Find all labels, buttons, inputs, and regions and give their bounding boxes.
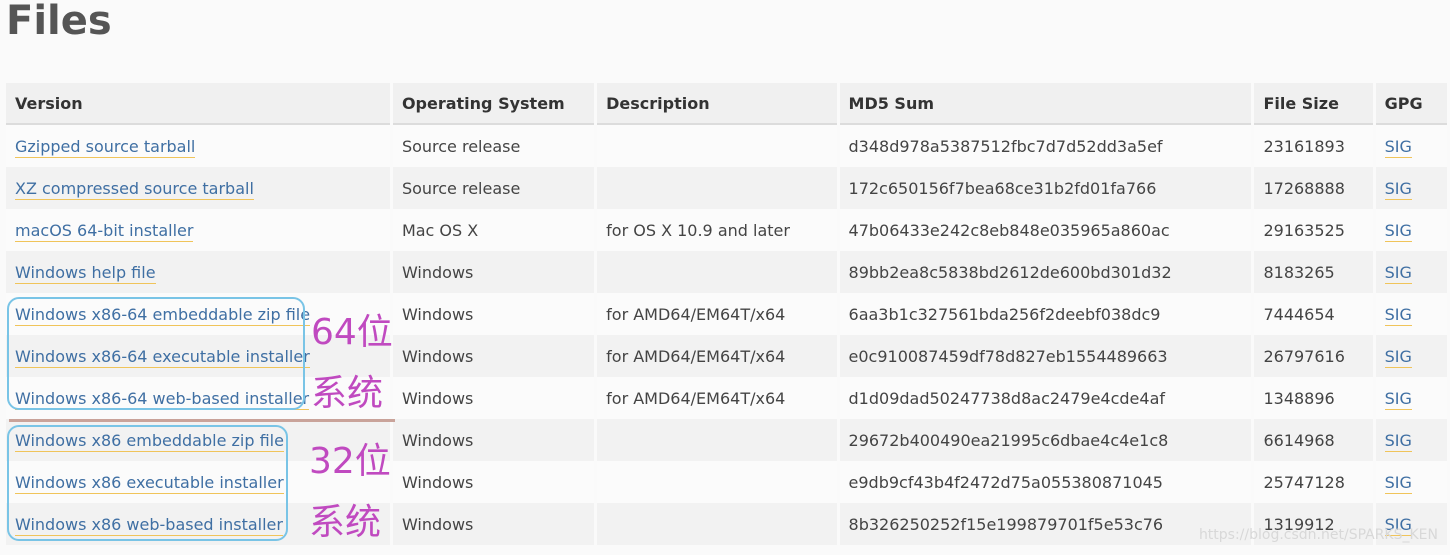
md5-cell: 6aa3b1c327561bda256f2deebf038dc9: [839, 293, 1252, 335]
table-row: Gzipped source tarball Source release d3…: [6, 125, 1447, 167]
download-link[interactable]: Gzipped source tarball: [15, 136, 196, 158]
md5-cell: 8b326250252f15e199879701f5e53c76: [839, 503, 1252, 545]
page-title: Files: [6, 0, 112, 44]
gpg-cell: SIG: [1375, 293, 1447, 335]
md5-cell: 29672b400490ea21995c6dbae4c4e1c8: [839, 419, 1252, 461]
description-cell: [597, 167, 837, 209]
description-cell: [597, 419, 837, 461]
download-link[interactable]: XZ compressed source tarball: [15, 178, 254, 200]
size-cell: 26797616: [1254, 335, 1373, 377]
sig-link[interactable]: SIG: [1384, 430, 1412, 452]
sig-link[interactable]: SIG: [1384, 136, 1412, 158]
gpg-cell: SIG: [1375, 125, 1447, 167]
os-cell: Windows: [392, 335, 595, 377]
sig-link[interactable]: SIG: [1384, 220, 1412, 242]
description-cell: for AMD64/EM64T/x64: [597, 335, 837, 377]
os-cell: Mac OS X: [392, 209, 595, 251]
os-cell: Windows: [392, 251, 595, 293]
md5-cell: d1d09dad50247738d8ac2479e4cde4af: [839, 377, 1252, 419]
sig-link[interactable]: SIG: [1384, 388, 1412, 410]
gpg-cell: SIG: [1375, 461, 1447, 503]
download-link[interactable]: Windows help file: [15, 262, 156, 284]
size-cell: 6614968: [1254, 419, 1373, 461]
version-cell: Windows help file: [6, 251, 390, 293]
version-cell: Gzipped source tarball: [6, 125, 390, 167]
os-cell: Windows: [392, 419, 595, 461]
header-file-size: File Size: [1254, 83, 1373, 125]
group-divider: [9, 419, 395, 422]
watermark: https://blog.csdn.net/SPARKS_KEN: [1198, 527, 1438, 543]
version-cell: macOS 64-bit installer: [6, 209, 390, 251]
header-operating-system: Operating System: [392, 83, 595, 125]
description-cell: for AMD64/EM64T/x64: [597, 377, 837, 419]
gpg-cell: SIG: [1375, 167, 1447, 209]
size-cell: 25747128: [1254, 461, 1373, 503]
size-cell: 29163525: [1254, 209, 1373, 251]
x86-label-line1: 32位: [309, 441, 391, 482]
gpg-cell: SIG: [1375, 251, 1447, 293]
sig-link[interactable]: SIG: [1384, 262, 1412, 284]
header-version: Version: [6, 83, 390, 125]
os-cell: Windows: [392, 503, 595, 545]
gpg-cell: SIG: [1375, 377, 1447, 419]
table-row: XZ compressed source tarball Source rele…: [6, 167, 1447, 209]
description-cell: for AMD64/EM64T/x64: [597, 293, 837, 335]
md5-cell: 47b06433e242c8eb848e035965a860ac: [839, 209, 1252, 251]
sig-link[interactable]: SIG: [1384, 304, 1412, 326]
sig-link[interactable]: SIG: [1384, 472, 1412, 494]
sig-link[interactable]: SIG: [1384, 346, 1412, 368]
description-cell: [597, 251, 837, 293]
size-cell: 7444654: [1254, 293, 1373, 335]
gpg-cell: SIG: [1375, 209, 1447, 251]
description-cell: [597, 461, 837, 503]
x64-label-line2: 系统: [311, 373, 384, 414]
table-row: Windows help file Windows 89bb2ea8c5838b…: [6, 251, 1447, 293]
size-cell: 1348896: [1254, 377, 1373, 419]
size-cell: 8183265: [1254, 251, 1373, 293]
os-cell: Windows: [392, 293, 595, 335]
gpg-cell: SIG: [1375, 419, 1447, 461]
table-header-row: Version Operating System Description MD5…: [6, 83, 1447, 125]
md5-cell: 89bb2ea8c5838bd2612de600bd301d32: [839, 251, 1252, 293]
x64-label-line1: 64位: [311, 312, 393, 353]
header-md5-sum: MD5 Sum: [839, 83, 1252, 125]
os-cell: Source release: [392, 125, 595, 167]
gpg-cell: SIG: [1375, 335, 1447, 377]
md5-cell: d348d978a5387512fbc7d7d52dd3a5ef: [839, 125, 1252, 167]
os-cell: Source release: [392, 167, 595, 209]
table-row: macOS 64-bit installer Mac OS X for OS X…: [6, 209, 1447, 251]
description-cell: [597, 503, 837, 545]
header-description: Description: [597, 83, 837, 125]
x86-group-highlight: [7, 425, 288, 541]
description-cell: for OS X 10.9 and later: [597, 209, 837, 251]
x86-label-line2: 系统: [309, 502, 382, 543]
header-gpg: GPG: [1375, 83, 1447, 125]
description-cell: [597, 125, 837, 167]
os-cell: Windows: [392, 377, 595, 419]
os-cell: Windows: [392, 461, 595, 503]
size-cell: 23161893: [1254, 125, 1373, 167]
size-cell: 17268888: [1254, 167, 1373, 209]
md5-cell: 172c650156f7bea68ce31b2fd01fa766: [839, 167, 1252, 209]
version-cell: XZ compressed source tarball: [6, 167, 390, 209]
sig-link[interactable]: SIG: [1384, 178, 1412, 200]
x64-group-highlight: [7, 297, 305, 410]
download-link[interactable]: macOS 64-bit installer: [15, 220, 194, 242]
md5-cell: e0c910087459df78d827eb1554489663: [839, 335, 1252, 377]
md5-cell: e9db9cf43b4f2472d75a055380871045: [839, 461, 1252, 503]
